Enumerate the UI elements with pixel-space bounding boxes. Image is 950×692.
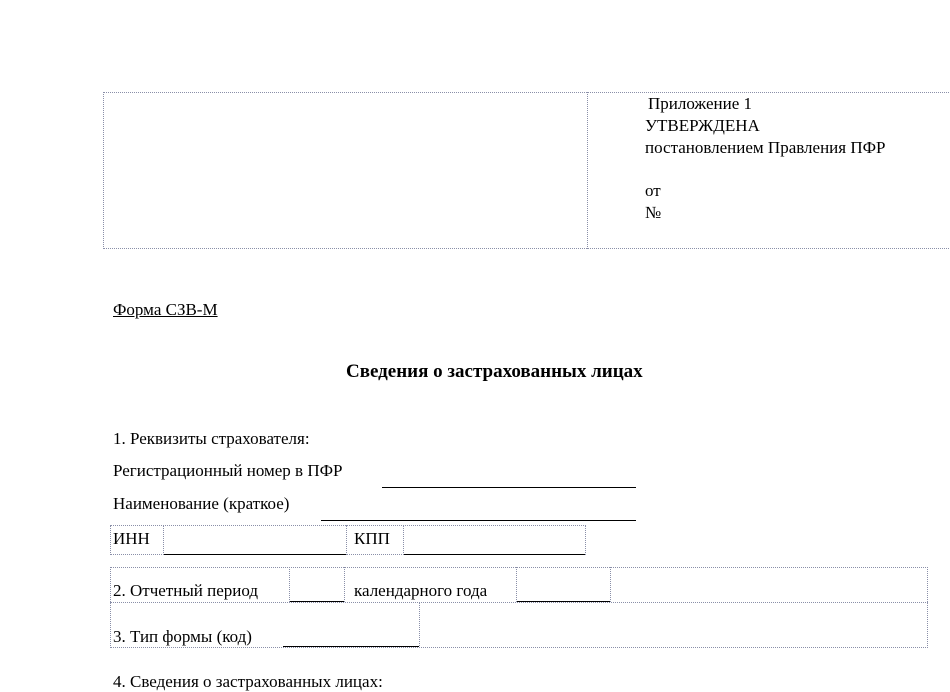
form-type-label: 3. Тип формы (код) bbox=[113, 627, 252, 646]
kpp-label: КПП bbox=[354, 529, 390, 548]
period-divider-1 bbox=[289, 567, 290, 602]
period-divider-2 bbox=[344, 567, 345, 602]
date-prefix: от bbox=[645, 181, 661, 200]
year-field[interactable] bbox=[517, 601, 610, 602]
form-type-field[interactable] bbox=[283, 646, 419, 647]
type-divider bbox=[419, 602, 420, 648]
period-field[interactable] bbox=[290, 601, 344, 602]
period-label: 2. Отчетный период bbox=[113, 581, 258, 600]
kpp-divider bbox=[403, 525, 404, 555]
approval-header-divider bbox=[587, 92, 588, 249]
inn-divider bbox=[163, 525, 164, 555]
page-title: Сведения о застрахованных лицах bbox=[346, 361, 643, 382]
inn-kpp-row bbox=[110, 525, 586, 555]
kpp-field[interactable] bbox=[404, 554, 585, 555]
period-divider-4 bbox=[610, 567, 611, 602]
section1-heading: 1. Реквизиты страхователя: bbox=[113, 429, 310, 448]
period-type-separator bbox=[110, 602, 928, 603]
name-field[interactable] bbox=[321, 520, 636, 521]
reg-number-label: Регистрационный номер в ПФР bbox=[113, 461, 343, 480]
approved-label: УТВЕРЖДЕНА bbox=[645, 116, 760, 135]
reg-number-field[interactable] bbox=[382, 487, 636, 488]
number-prefix: № bbox=[645, 203, 662, 222]
approval-header-box bbox=[103, 92, 950, 249]
appendix-label: Приложение 1 bbox=[648, 94, 752, 113]
name-label: Наименование (краткое) bbox=[113, 494, 290, 513]
inn-field[interactable] bbox=[164, 554, 346, 555]
period-divider-3 bbox=[516, 567, 517, 602]
year-label: календарного года bbox=[354, 581, 488, 600]
inn-label: ИНН bbox=[113, 529, 150, 548]
section4-heading: 4. Сведения о застрахованных лицах: bbox=[113, 672, 383, 691]
form-code: Форма СЗВ-М bbox=[113, 300, 218, 319]
resolution-label: постановлением Правления ПФР bbox=[645, 138, 886, 157]
kpp-left-divider bbox=[346, 525, 347, 555]
